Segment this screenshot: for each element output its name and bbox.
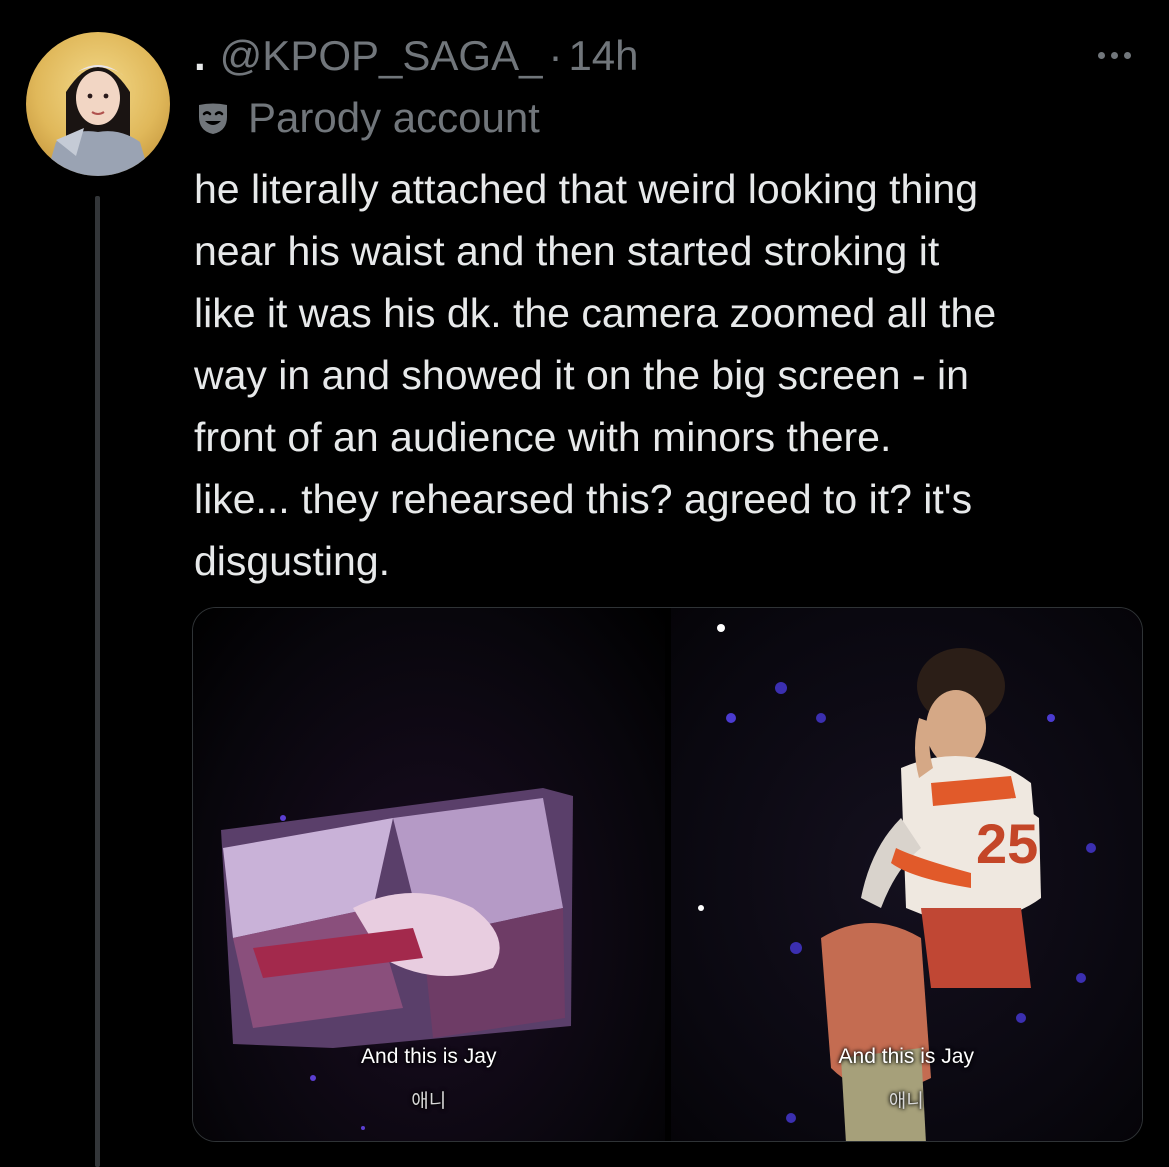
parody-label: Parody account bbox=[194, 92, 540, 144]
text-line: way in and showed it on the big screen -… bbox=[194, 352, 969, 398]
text-line: he literally attached that weird looking… bbox=[194, 166, 979, 212]
thread-line bbox=[95, 196, 100, 1167]
more-dot bbox=[1098, 51, 1105, 59]
text-line: disgusting. bbox=[194, 538, 391, 584]
parody-mask-icon bbox=[199, 103, 227, 134]
more-dot bbox=[1124, 51, 1131, 59]
image-subtitle: 애니 bbox=[888, 1091, 924, 1112]
image-caption: And this is Jay bbox=[838, 1045, 974, 1068]
text-line: like it was his dk. the camera zoomed al… bbox=[194, 290, 997, 336]
tweet-media[interactable]: And this is Jay 애니 25 And this is Jay 애니 bbox=[192, 607, 1143, 1142]
media-image-left[interactable]: And this is Jay 애니 bbox=[193, 608, 665, 1141]
image-subtitle: 애니 bbox=[411, 1091, 447, 1112]
display-name[interactable]: . bbox=[194, 30, 206, 82]
media-image-right[interactable]: 25 And this is Jay 애니 bbox=[670, 608, 1142, 1141]
text-line: near his waist and then started stroking… bbox=[194, 228, 940, 274]
tweet[interactable]: . @KPOP_SAGA_ · 14h Parody account he li… bbox=[0, 0, 1169, 1167]
timestamp[interactable]: 14h bbox=[568, 30, 638, 82]
text-line: front of an audience with minors there. bbox=[194, 414, 892, 460]
avatar[interactable] bbox=[26, 32, 170, 176]
jersey-number: 25 bbox=[976, 812, 1038, 875]
tweet-text: he literally attached that weird looking… bbox=[194, 158, 1144, 592]
tweet-header: . @KPOP_SAGA_ · 14h bbox=[194, 30, 639, 82]
image-caption: And this is Jay bbox=[361, 1045, 497, 1068]
text-line: like... they rehearsed this? agreed to i… bbox=[194, 476, 973, 522]
separator: · bbox=[548, 32, 563, 79]
more-dot bbox=[1111, 51, 1118, 59]
handle[interactable]: @KPOP_SAGA_ bbox=[220, 30, 543, 82]
more-icon[interactable] bbox=[1098, 40, 1131, 70]
parody-label-text: Parody account bbox=[248, 94, 540, 141]
avatar-image bbox=[46, 65, 150, 176]
